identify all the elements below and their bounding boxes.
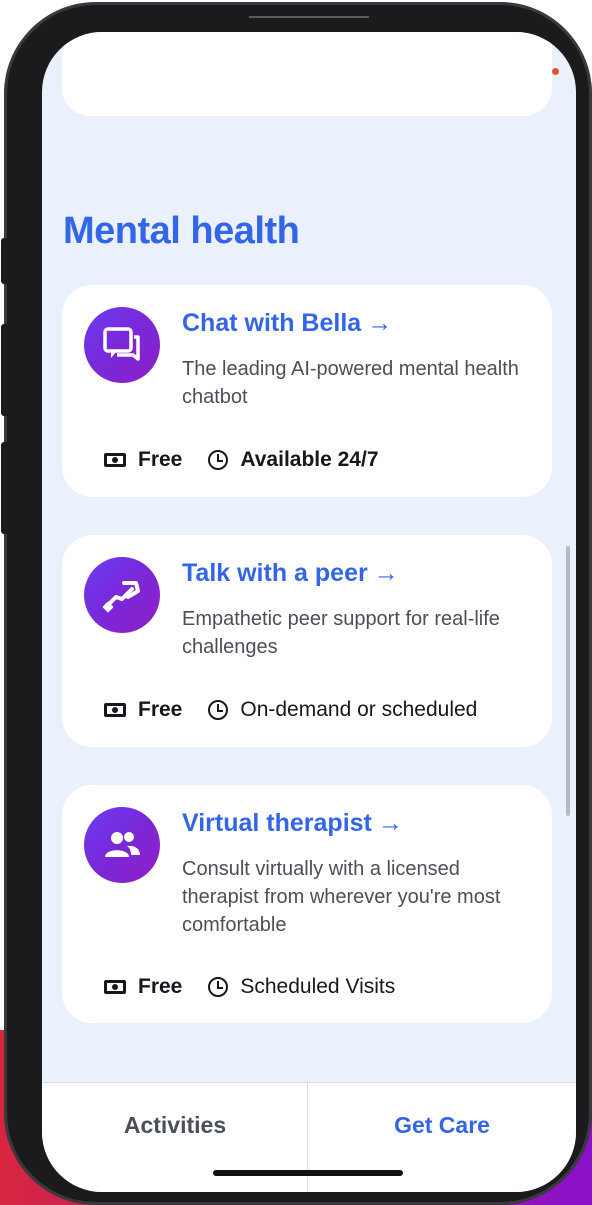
people-icon xyxy=(84,807,160,883)
service-title[interactable]: Talk with a peer → xyxy=(182,559,399,588)
money-icon xyxy=(104,453,126,467)
arrow-right-icon: → xyxy=(373,559,399,587)
app-screen[interactable]: Mental health Chat with Bella → The leadi… xyxy=(42,32,576,1192)
chat-bubbles-icon xyxy=(84,307,160,383)
volume-down-button xyxy=(1,442,9,534)
clock-icon xyxy=(208,977,229,997)
service-card-chat-with-bella[interactable]: Chat with Bella → The leading AI-powered … xyxy=(62,285,552,497)
mute-switch xyxy=(1,238,9,284)
home-indicator[interactable] xyxy=(213,1170,403,1176)
speaker-line xyxy=(249,16,369,18)
volume-up-button xyxy=(1,324,9,416)
tab-get-care[interactable]: Get Care xyxy=(309,1083,575,1167)
section-title: Mental health xyxy=(63,210,300,252)
service-description: Empathetic peer support for real-life ch… xyxy=(182,608,500,658)
handshake-icon xyxy=(84,557,160,633)
price-label: Free xyxy=(138,448,183,471)
availability-label: Available 24/7 xyxy=(240,448,379,471)
service-card-virtual-therapist[interactable]: Virtual therapist → Consult virtually wit… xyxy=(62,785,552,1023)
service-title[interactable]: Virtual therapist → xyxy=(182,809,403,838)
scrollbar[interactable] xyxy=(566,546,570,816)
service-title[interactable]: Chat with Bella → xyxy=(182,309,392,338)
price-label: Free xyxy=(138,698,183,721)
money-icon xyxy=(104,980,126,994)
notification-dot xyxy=(552,68,559,75)
previous-card[interactable] xyxy=(62,32,552,116)
service-description: Consult virtually with a licensed therap… xyxy=(182,858,501,936)
tab-activities[interactable]: Activities xyxy=(42,1083,308,1167)
clock-icon xyxy=(208,450,229,470)
money-icon xyxy=(104,703,126,717)
service-description: The leading AI-powered mental health cha… xyxy=(182,358,519,408)
service-meta: Free Available 24/7 xyxy=(104,448,379,472)
service-card-talk-with-a-peer[interactable]: Talk with a peer → Empathetic peer suppor… xyxy=(62,535,552,747)
arrow-right-icon: → xyxy=(367,309,393,337)
service-meta: Free On-demand or scheduled xyxy=(104,698,477,722)
service-meta: Free Scheduled Visits xyxy=(104,975,395,999)
availability-label: On-demand or scheduled xyxy=(240,698,478,721)
phone-frame: Mental health Chat with Bella → The leadi… xyxy=(1,2,592,1205)
availability-label: Scheduled Visits xyxy=(240,975,396,998)
clock-icon xyxy=(208,700,229,720)
arrow-right-icon: → xyxy=(377,809,403,837)
price-label: Free xyxy=(138,975,183,998)
